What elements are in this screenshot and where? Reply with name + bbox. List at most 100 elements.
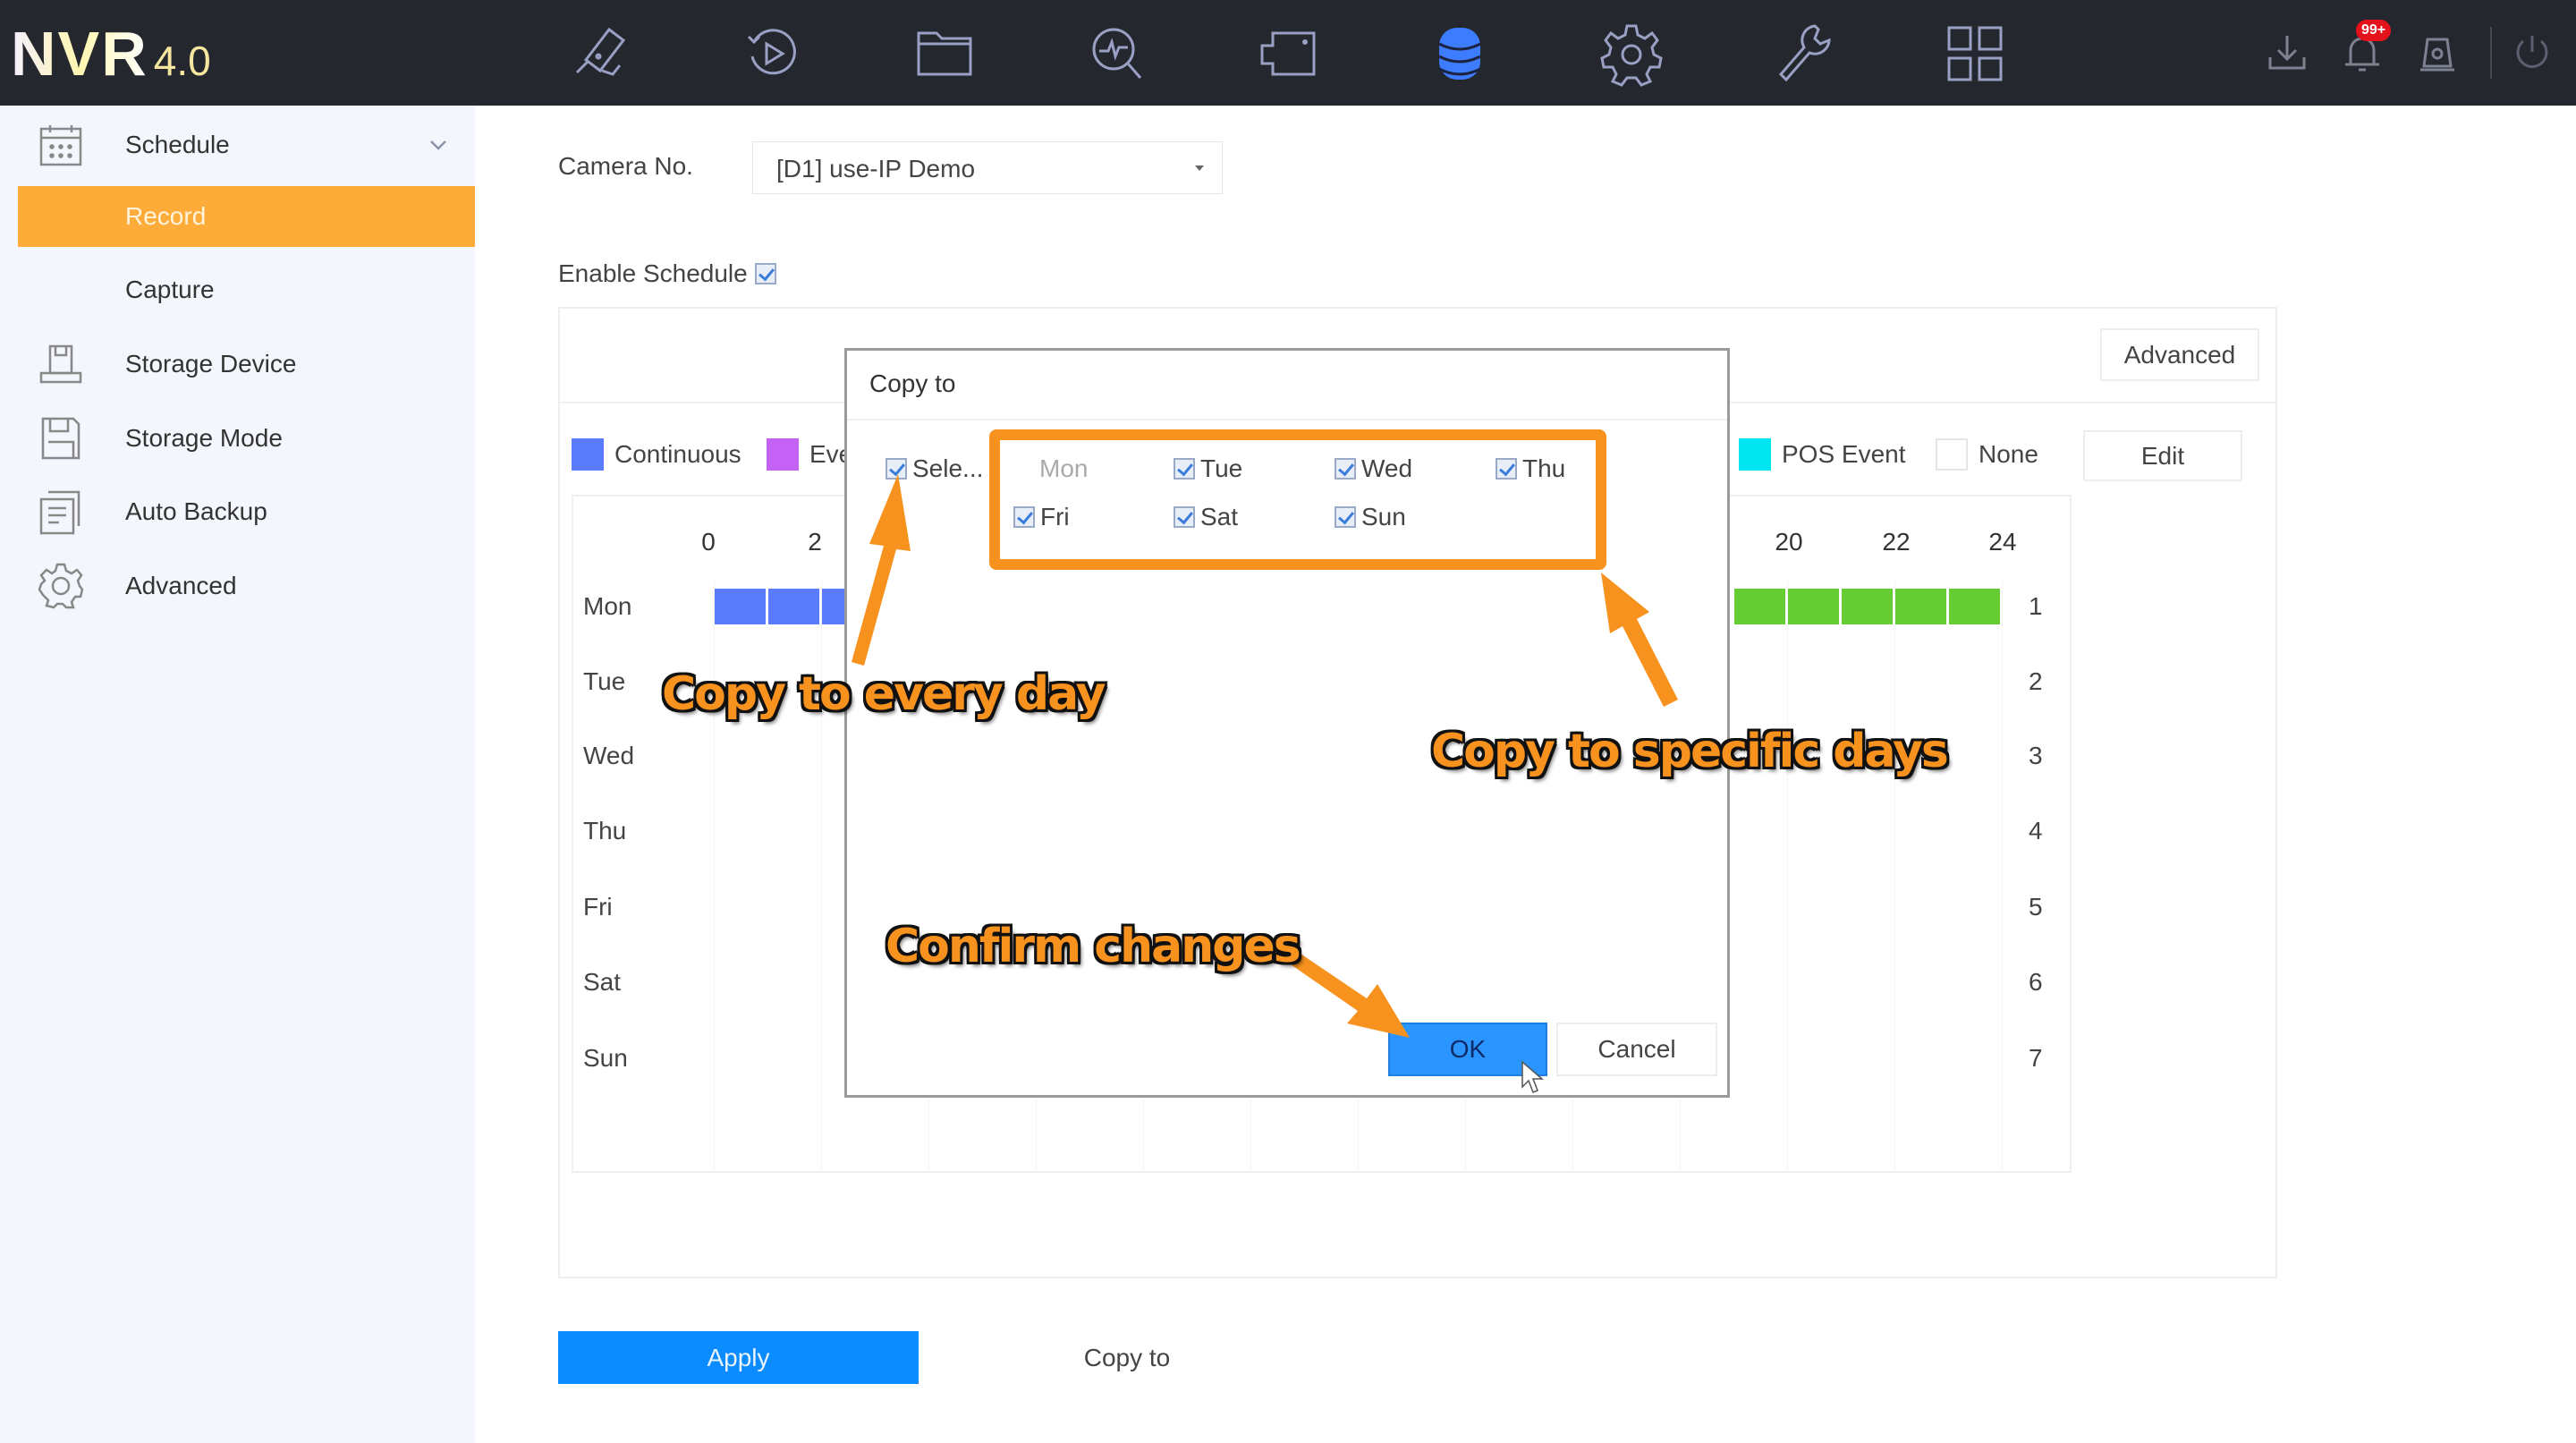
backup-icon <box>38 488 84 535</box>
nav-file-management[interactable] <box>909 20 980 88</box>
select-all-label: Sele... <box>912 454 984 482</box>
sidebar-item-label: Storage Device <box>125 350 297 378</box>
dialog-title: Copy to <box>869 369 956 397</box>
grid-line <box>1894 581 1895 1172</box>
nav-layout[interactable] <box>1939 20 2011 88</box>
mouse-cursor-icon <box>1521 1060 1544 1093</box>
checkbox-checked <box>886 458 907 480</box>
sidebar: Schedule Record Capture Storage Device S… <box>0 106 475 1443</box>
top-navigation-bar: NVR 4.0 99+ <box>0 0 2576 106</box>
sidebar-item-storage-device[interactable]: Storage Device <box>0 334 475 395</box>
sidebar-item-schedule[interactable]: Schedule <box>0 115 475 175</box>
video-camera-icon <box>1260 31 1316 76</box>
row-number: 4 <box>2029 817 2043 845</box>
nav-storage[interactable] <box>1424 20 1496 88</box>
schedule-block-continuous[interactable] <box>768 589 819 624</box>
hour-label: 0 <box>701 528 716 556</box>
search-analysis-icon <box>1092 28 1142 79</box>
nav-maintenance[interactable] <box>1767 20 1839 88</box>
hour-label: 24 <box>1988 528 2017 556</box>
app-logo: NVR 4.0 <box>11 18 211 89</box>
camera-select[interactable]: [D1] use-IP Demo <box>752 141 1223 194</box>
row-number: 7 <box>2029 1044 2043 1072</box>
schedule-block-motion[interactable] <box>1949 589 2000 624</box>
gear-icon <box>1600 24 1663 87</box>
schedule-block-motion[interactable] <box>1895 589 1946 624</box>
apply-button[interactable]: Apply <box>558 1331 919 1384</box>
camera-icon <box>575 27 626 76</box>
power-button[interactable] <box>2510 30 2555 75</box>
download-icon <box>2268 36 2306 70</box>
hour-label: 22 <box>1882 528 1911 556</box>
legend-label: Continuous <box>614 440 741 468</box>
dropdown-caret-icon <box>1195 166 1204 171</box>
row-number: 1 <box>2029 592 2043 620</box>
siren-icon <box>2420 38 2454 72</box>
schedule-block-motion[interactable] <box>1734 589 1785 624</box>
sidebar-item-label: Record <box>125 202 207 230</box>
grid-line <box>1787 581 1788 1172</box>
nav-configuration[interactable] <box>1596 20 1667 88</box>
legend-label: None <box>1979 440 2038 468</box>
legend-none[interactable]: None <box>1936 438 2038 471</box>
storage-device-icon <box>38 341 84 387</box>
select-all-checkbox[interactable]: Sele... <box>886 454 983 483</box>
sidebar-item-label: Capture <box>125 276 215 303</box>
day-label-sat: Sat <box>583 968 622 996</box>
annotation-highlight-box <box>989 429 1606 570</box>
wrench-icon <box>1778 24 1831 82</box>
edit-button[interactable]: Edit <box>2083 430 2242 481</box>
sidebar-item-label: Storage Mode <box>125 424 283 452</box>
playback-icon <box>747 29 796 75</box>
legend-event[interactable]: Eve <box>767 438 852 471</box>
floppy-icon <box>38 415 84 462</box>
day-label-wed: Wed <box>583 742 635 769</box>
annotation-confirm-changes: Confirm changes <box>886 920 1301 973</box>
annotation-copy-every-day: Copy to every day <box>662 667 1106 721</box>
row-number: 3 <box>2029 742 2043 769</box>
sidebar-item-auto-backup[interactable]: Auto Backup <box>0 481 475 542</box>
hour-label: 20 <box>1775 528 1803 556</box>
sidebar-item-capture[interactable]: Capture <box>0 259 475 320</box>
copy-to-button[interactable]: Copy to <box>948 1331 1306 1384</box>
row-number: 6 <box>2029 968 2043 996</box>
row-number: 5 <box>2029 893 2043 921</box>
alert-button[interactable] <box>2415 30 2460 75</box>
sidebar-item-label: Schedule <box>125 131 230 158</box>
annotation-copy-specific-days: Copy to specific days <box>1431 725 1949 778</box>
chevron-down-icon <box>430 140 446 150</box>
legend-swatch <box>572 438 604 471</box>
sidebar-item-advanced[interactable]: Advanced <box>0 556 475 616</box>
power-icon <box>2516 36 2548 68</box>
legend-continuous[interactable]: Continuous <box>572 438 741 471</box>
legend-label: POS Event <box>1782 440 1906 468</box>
camera-number-label: Camera No. <box>558 152 693 180</box>
grid-icon <box>1947 26 2003 81</box>
legend-swatch <box>1739 438 1771 471</box>
day-label-mon: Mon <box>583 592 632 620</box>
advanced-button[interactable]: Advanced <box>2100 328 2259 381</box>
sidebar-item-storage-mode[interactable]: Storage Mode <box>0 408 475 469</box>
nav-camera[interactable] <box>1252 20 1324 88</box>
row-number: 2 <box>2029 667 2043 695</box>
legend-swatch <box>1936 438 1968 471</box>
schedule-block-continuous[interactable] <box>715 589 766 624</box>
day-label-tue: Tue <box>583 667 626 695</box>
sidebar-item-label: Auto Backup <box>125 497 267 525</box>
schedule-block-motion[interactable] <box>1842 589 1893 624</box>
sidebar-item-label: Advanced <box>125 572 237 599</box>
cancel-button[interactable]: Cancel <box>1556 1023 1717 1076</box>
download-button[interactable] <box>2265 30 2309 75</box>
legend-pos-event[interactable]: POS Event <box>1739 438 1906 471</box>
camera-select-value: [D1] use-IP Demo <box>776 155 976 182</box>
nav-smart-analysis[interactable] <box>1080 20 1152 88</box>
enable-schedule-checkbox[interactable] <box>755 263 776 284</box>
schedule-block-motion[interactable] <box>1788 589 1839 624</box>
nav-live-view[interactable] <box>565 20 637 88</box>
legend-swatch <box>767 438 799 471</box>
day-label-sun: Sun <box>583 1044 628 1072</box>
nav-playback[interactable] <box>737 20 809 88</box>
database-icon <box>1438 28 1481 80</box>
sidebar-item-record[interactable]: Record <box>18 186 475 247</box>
hour-label: 2 <box>808 528 822 556</box>
